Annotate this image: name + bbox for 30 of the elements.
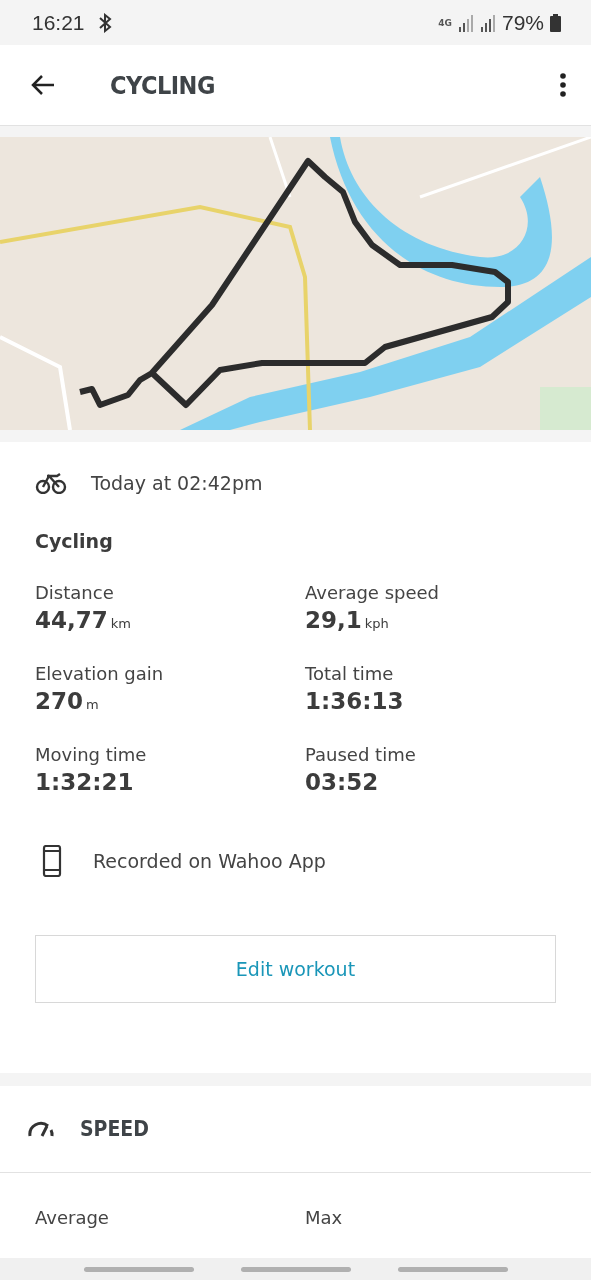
stat-label: Paused time: [305, 744, 417, 765]
signal-icon: [479, 13, 496, 32]
stat-value: 44,77 km: [35, 607, 132, 633]
workout-name: Cycling: [35, 530, 114, 552]
network-type: 4G: [438, 17, 452, 28]
stat-value: 1:32:21: [35, 769, 135, 795]
stat-value: 270 m: [35, 688, 100, 714]
edit-workout-button[interactable]: Edit workout: [35, 935, 556, 1003]
stat-label: Distance: [35, 582, 115, 603]
screen-title: CYCLING: [110, 70, 215, 100]
recorded-on: Recorded on Wahoo App: [93, 850, 326, 872]
stat-label: Elevation gain: [35, 663, 165, 684]
battery-icon: [550, 13, 561, 32]
stat-label: Max: [305, 1207, 344, 1228]
stat-label: Moving time: [35, 744, 148, 765]
stat-value: 03:52: [305, 769, 380, 795]
workout-date: Today at 02:42pm: [91, 472, 263, 494]
bicycle-icon: [35, 472, 67, 494]
stat-label: Average speed: [305, 582, 440, 603]
back-arrow-icon: [30, 74, 56, 96]
stat-value: 29,1 kph: [305, 607, 390, 633]
section-title: SPEED: [80, 1117, 149, 1141]
more-icon: [559, 73, 567, 97]
speedometer-icon: [28, 1121, 54, 1137]
signal-icon: [457, 13, 474, 32]
battery-level: 79%: [501, 10, 544, 35]
stat-label: Total time: [305, 663, 395, 684]
status-time: 16:21: [32, 10, 85, 35]
stat-label: Average: [35, 1207, 110, 1228]
stat-value: 1:36:13: [305, 688, 405, 714]
